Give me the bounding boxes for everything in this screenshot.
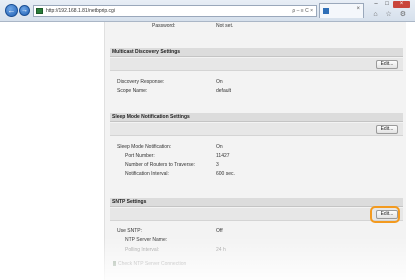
port-number-value: 11427 (216, 153, 230, 159)
maximize-button[interactable]: □ (382, 1, 392, 8)
address-bar-icons[interactable]: ρ – ≡ C × (292, 8, 313, 14)
close-window-button[interactable]: × (393, 1, 410, 8)
sleep-section-header: Sleep Mode Notification Settings (110, 113, 403, 122)
link-arrow-icon (113, 261, 116, 267)
browser-chrome: ← → http://192.168.1.81/netbprip.cgi ρ –… (0, 0, 415, 22)
password-value: Not set. (216, 23, 234, 29)
forward-button[interactable]: → (19, 5, 30, 16)
sntp-section-header: SNTP Settings (110, 198, 403, 207)
browser-toolbar-icons[interactable]: ⌂ ☆ ⚙ (373, 10, 409, 18)
back-button[interactable]: ← (5, 4, 18, 17)
password-label: Password: (152, 23, 176, 29)
sleep-notification-value: On (216, 144, 223, 150)
check-ntp-connection-link[interactable]: Check NTP Server Connection (113, 261, 186, 267)
address-url[interactable]: http://192.168.1.81/netbprip.cgi (46, 8, 115, 14)
page-content: Password: Not set. Multicast Discovery S… (0, 22, 415, 280)
discovery-response-label: Discovery Response: (117, 79, 165, 85)
browser-tab[interactable]: × (319, 3, 364, 18)
scope-name-label: Scope Name: (117, 88, 148, 94)
page-favicon-icon (36, 8, 43, 14)
multicast-section-title: Multicast Discovery Settings (112, 49, 181, 55)
notification-interval-value: 600 sec. (216, 171, 235, 177)
port-number-label: Port Number: (125, 153, 155, 159)
sleep-edit-button[interactable]: Edit... (376, 125, 398, 134)
multicast-section-header: Multicast Discovery Settings (110, 48, 403, 57)
polling-interval-label: Polling Interval: (125, 247, 160, 253)
address-bar[interactable]: http://192.168.1.81/netbprip.cgi ρ – ≡ C… (33, 5, 317, 17)
sleep-section-title: Sleep Mode Notification Settings (112, 114, 190, 120)
notification-interval-label: Notification Interval: (125, 171, 169, 177)
discovery-response-value: On (216, 79, 223, 85)
edit-button-highlight (370, 206, 400, 223)
tab-close-icon[interactable]: × (356, 6, 360, 12)
sntp-action-bar: Edit... (110, 208, 403, 221)
multicast-edit-button[interactable]: Edit... (376, 60, 398, 69)
sleep-notification-label: Sleep Mode Notification: (117, 144, 172, 150)
sleep-action-bar: Edit... (110, 123, 403, 136)
multicast-action-bar: Edit... (110, 58, 403, 71)
polling-interval-value: 24 h (216, 247, 226, 253)
scope-name-value: default (216, 88, 232, 94)
routers-traverse-value: 3 (216, 162, 219, 168)
check-ntp-connection-text[interactable]: Check NTP Server Connection (118, 261, 186, 267)
tab-favicon-icon (323, 8, 329, 14)
use-sntp-value: Off (216, 228, 223, 234)
use-sntp-label: Use SNTP: (117, 228, 143, 234)
routers-traverse-label: Number of Routers to Traverse: (125, 162, 196, 168)
ntp-server-name-label: NTP Server Name: (125, 237, 168, 243)
sntp-section-title: SNTP Settings (112, 199, 147, 205)
minimize-button[interactable]: – (371, 1, 381, 8)
